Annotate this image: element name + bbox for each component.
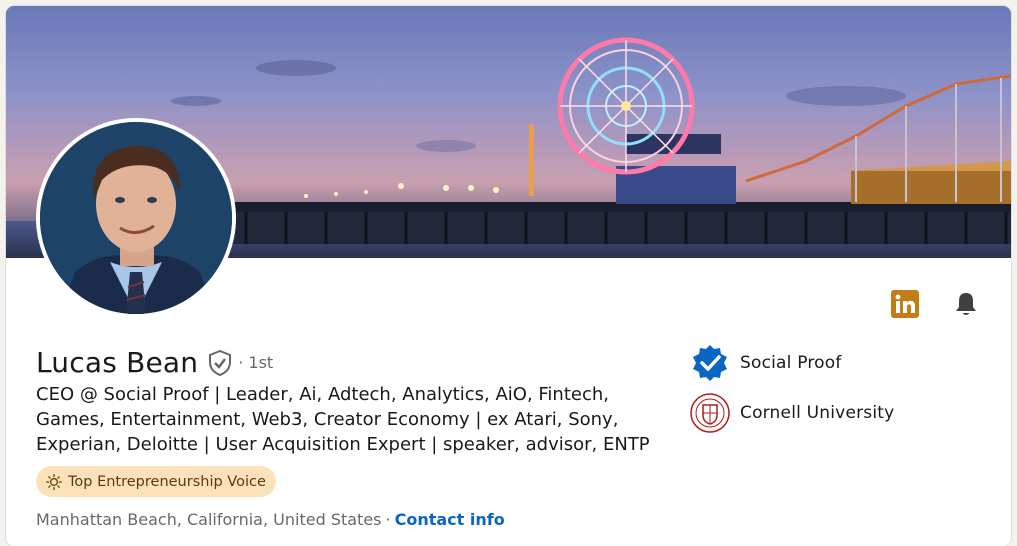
location-row: Manhattan Beach, California, United Stat… xyxy=(36,510,505,529)
top-voice-label: Top Entrepreneurship Voice xyxy=(68,473,266,490)
connection-degree: · 1st xyxy=(238,353,274,372)
profile-headline: CEO @ Social Proof | Leader, Ai, Adtech,… xyxy=(36,384,650,455)
profile-photo[interactable] xyxy=(36,118,236,318)
contact-info-link[interactable]: Contact info xyxy=(395,510,505,529)
verified-badge-icon xyxy=(693,345,727,381)
avatar xyxy=(40,122,232,314)
verification-shield-icon[interactable] xyxy=(208,349,232,376)
linkedin-icon[interactable] xyxy=(890,289,920,319)
cornell-seal-icon xyxy=(690,393,730,433)
location-text: Manhattan Beach, California, United Stat… xyxy=(36,510,382,529)
org-label: Social Proof xyxy=(740,353,842,373)
org-social-proof[interactable]: Social Proof xyxy=(690,344,894,382)
profile-card: Lucas Bean · 1st CEO @ Social Proof | Le… xyxy=(6,6,1011,546)
org-cornell[interactable]: Cornell University xyxy=(690,393,895,433)
top-voice-badge[interactable]: Top Entrepreneurship Voice xyxy=(36,466,276,497)
bell-icon[interactable] xyxy=(950,288,982,320)
profile-name: Lucas Bean xyxy=(36,346,199,379)
org-label: Cornell University xyxy=(740,403,895,423)
person-portrait-image xyxy=(40,122,232,314)
organization-list: Social Proof Cornell University xyxy=(690,344,894,444)
lightbulb-sun-icon xyxy=(46,473,62,490)
name-row: Lucas Bean · 1st xyxy=(36,346,273,379)
location-separator: · xyxy=(385,510,391,529)
